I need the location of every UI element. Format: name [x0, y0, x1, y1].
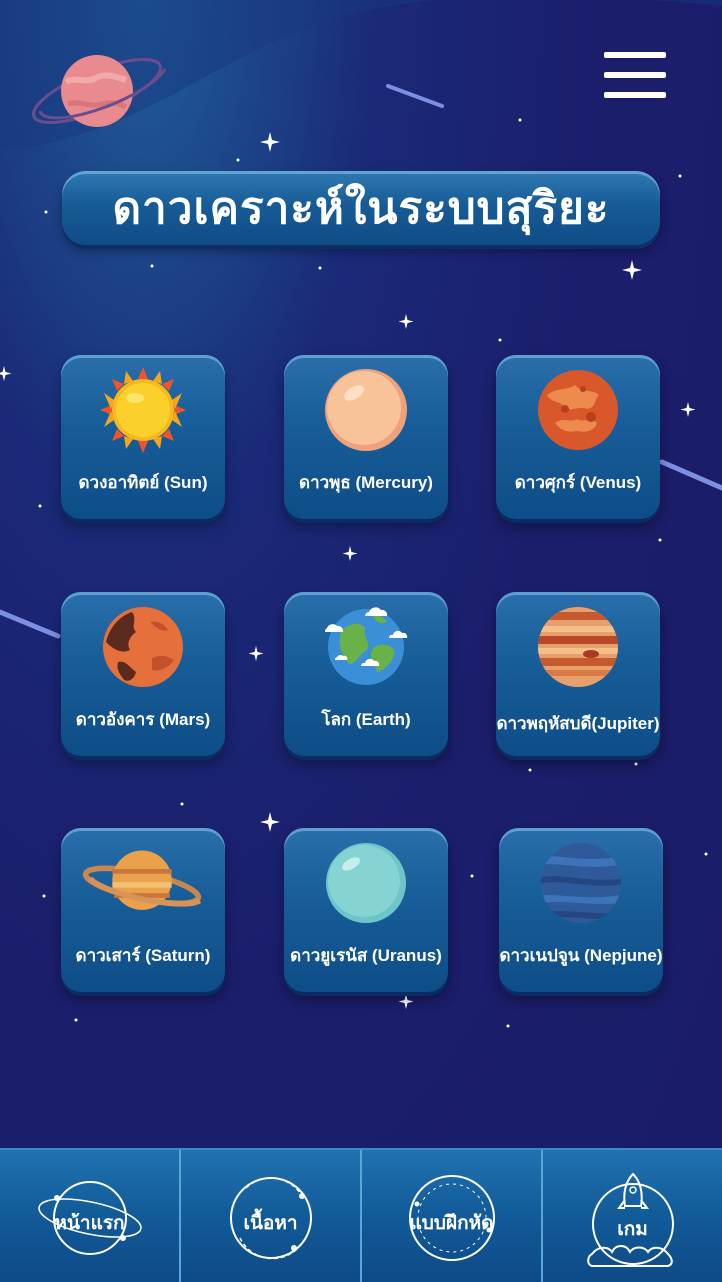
- uranus-icon: [326, 843, 406, 923]
- venus-icon: [538, 370, 618, 450]
- menu-line: [604, 72, 666, 78]
- nav-label: เกม: [617, 1219, 648, 1240]
- neptune-icon: [541, 843, 621, 923]
- sun-icon: [100, 367, 186, 453]
- jupiter-icon: [538, 607, 618, 687]
- bottom-navigation: หน้าแรก เนื้อหา แบบฝึกหัด เกม: [0, 1148, 722, 1282]
- planet-card-sun[interactable]: ดวงอาทิตย์ (Sun): [61, 355, 225, 519]
- nav-content-button[interactable]: เนื้อหา: [181, 1150, 362, 1282]
- hamburger-menu-button[interactable]: [604, 52, 666, 98]
- planet-label: ดาวยูเรนัส (Uranus): [290, 946, 442, 965]
- nav-label: เนื้อหา: [243, 1213, 298, 1234]
- planet-card-mercury[interactable]: ดาวพุธ (Mercury): [284, 355, 448, 519]
- saturn-icon: [82, 850, 202, 910]
- nav-home-button[interactable]: หน้าแรก: [0, 1150, 181, 1282]
- planet-card-earth[interactable]: โลก (Earth): [284, 592, 448, 756]
- menu-line: [604, 52, 666, 58]
- nav-game-button[interactable]: เกม: [543, 1150, 722, 1282]
- planet-card-mars[interactable]: ดาวอังคาร (Mars): [61, 592, 225, 756]
- planet-label: โลก (Earth): [321, 710, 411, 729]
- menu-line: [604, 92, 666, 98]
- mars-icon: [103, 607, 183, 687]
- planet-card-neptune[interactable]: ดาวเนปจูน (Nepjune): [499, 828, 663, 992]
- planet-label: ดาวพุธ (Mercury): [299, 473, 433, 492]
- planet-card-saturn[interactable]: ดาวเสาร์ (Saturn): [61, 828, 225, 992]
- planet-label: ดาวอังคาร (Mars): [75, 710, 211, 729]
- page-title-banner: ดาวเคราะห์ในระบบสุริยะ: [62, 171, 660, 245]
- planet-label: ดาวเสาร์ (Saturn): [75, 946, 211, 965]
- planet-card-uranus[interactable]: ดาวยูเรนัส (Uranus): [284, 828, 448, 992]
- mercury-icon: [325, 369, 407, 451]
- page-title: ดาวเคราะห์ในระบบสุริยะ: [112, 183, 610, 234]
- planet-label: ดาวพฤหัสบดี(Jupiter): [496, 714, 660, 733]
- planet-card-venus[interactable]: ดาวศุกร์ (Venus): [496, 355, 660, 519]
- nav-label: แบบฝึกหัด: [409, 1213, 494, 1234]
- planet-label: ดวงอาทิตย์ (Sun): [78, 473, 208, 492]
- earth-icon: [324, 607, 408, 685]
- planet-label: ดาวศุกร์ (Venus): [514, 473, 642, 492]
- planet-card-jupiter[interactable]: ดาวพฤหัสบดี(Jupiter): [496, 592, 660, 756]
- planet-label: ดาวเนปจูน (Nepjune): [499, 946, 663, 965]
- nav-label: หน้าแรก: [54, 1213, 125, 1234]
- nav-exercise-button[interactable]: แบบฝึกหัด: [362, 1150, 543, 1282]
- app-screen: ดาวเคราะห์ในระบบสุริยะ ดวงอาทิตย์ (Sun): [0, 0, 722, 1282]
